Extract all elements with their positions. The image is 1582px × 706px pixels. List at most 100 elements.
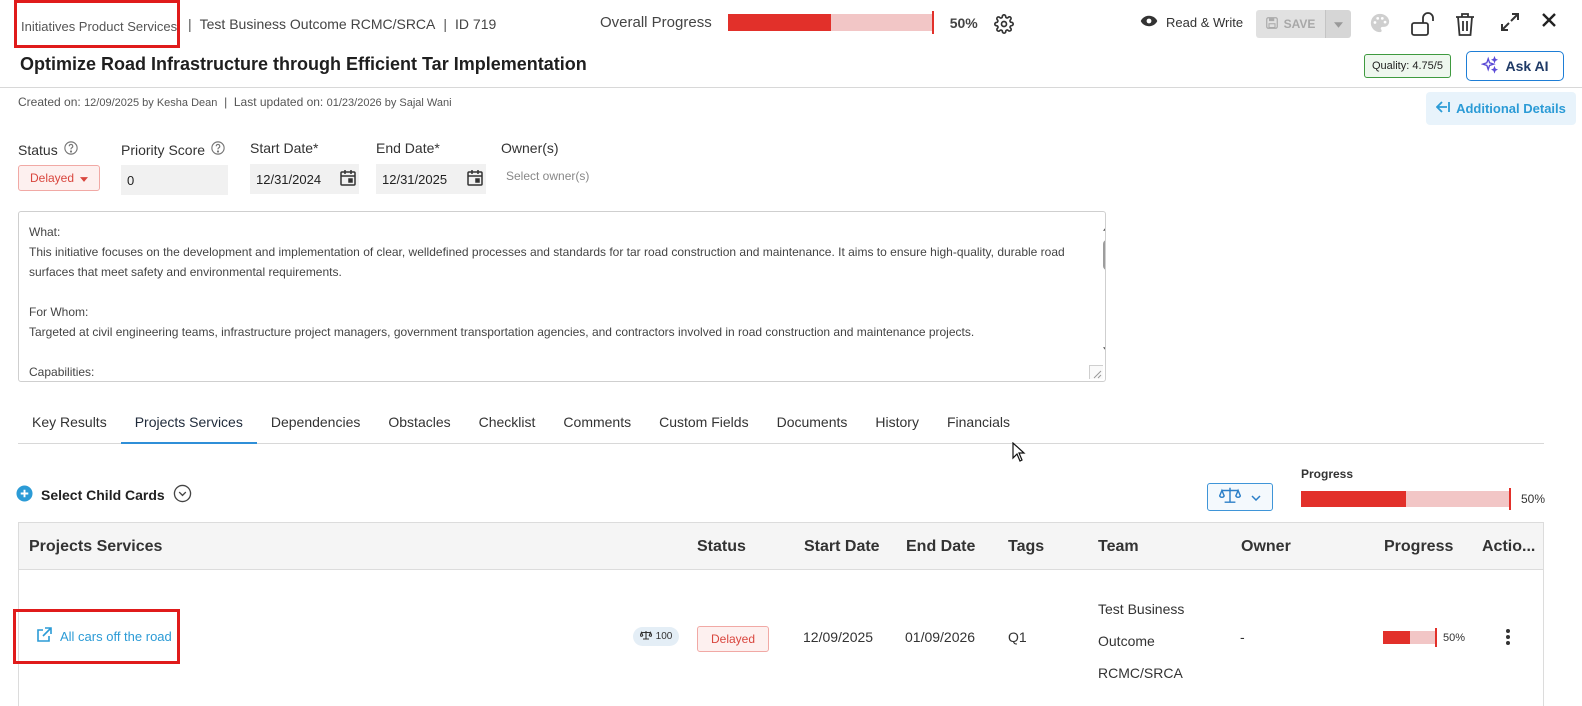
priority-score-input[interactable]: 0 <box>121 165 228 195</box>
child-progress-fill <box>1301 491 1406 507</box>
end-date-label: End Date* <box>376 140 440 156</box>
child-card-name: All cars off the road <box>60 629 172 644</box>
external-link-icon <box>36 627 52 646</box>
caret-down-icon <box>1334 15 1343 33</box>
header-divider <box>0 87 1582 88</box>
tab-financials[interactable]: Financials <box>933 402 1024 443</box>
cell-owner: - <box>1240 629 1245 645</box>
additional-details-label: Additional Details <box>1456 101 1566 116</box>
mouse-cursor-icon <box>1012 441 1026 467</box>
overall-progress-label: Overall Progress <box>600 14 712 31</box>
start-date-input[interactable]: 12/31/2024 <box>250 164 359 194</box>
child-progress-label: Progress <box>1301 467 1354 481</box>
cell-progress: 50% <box>1383 628 1466 647</box>
save-options-dropdown[interactable] <box>1325 10 1351 38</box>
status-value: Delayed <box>29 171 75 185</box>
close-icon[interactable] <box>1541 12 1557 28</box>
record-meta: Created on: 12/09/2025 by Kesha Dean | L… <box>18 95 452 109</box>
select-child-cards-label: Select Child Cards <box>41 487 165 503</box>
description-textarea[interactable]: What: This initiative focuses on the dev… <box>18 211 1106 382</box>
more-vertical-icon[interactable] <box>1503 627 1513 647</box>
priority-score-value: 0 <box>127 172 135 188</box>
access-mode[interactable]: Read & Write <box>1140 14 1243 31</box>
ask-ai-button[interactable]: Ask AI <box>1466 51 1564 81</box>
scroll-thumb[interactable] <box>1103 240 1105 270</box>
breadcrumb-business-outcome[interactable]: Test Business Outcome RCMC/SRCA <box>200 16 436 32</box>
cell-end-date: 01/09/2026 <box>905 629 976 645</box>
row-progress-bar <box>1383 628 1437 647</box>
status-dropdown[interactable]: Delayed <box>18 165 100 191</box>
caret-down-icon <box>80 171 89 185</box>
trash-icon[interactable] <box>1454 11 1476 37</box>
updated-value: 01/23/2026 by Sajal Wani <box>326 97 452 109</box>
page-title: Optimize Road Infrastructure through Eff… <box>20 54 587 74</box>
child-card-link[interactable]: All cars off the road <box>13 609 180 664</box>
expand-icon[interactable] <box>1500 12 1520 32</box>
child-progress-bar <box>1301 488 1511 510</box>
overall-progress-value: 50% <box>949 14 978 31</box>
palette-icon[interactable] <box>1369 12 1391 34</box>
scroll-down-icon[interactable] <box>1103 347 1106 353</box>
status-field-label: Status <box>18 141 78 158</box>
end-date-value: 12/31/2025 <box>382 171 448 187</box>
child-progress-marker <box>1509 488 1511 510</box>
floppy-icon <box>1265 16 1278 32</box>
owners-label: Owner(s) <box>501 140 559 156</box>
tab-documents[interactable]: Documents <box>763 402 862 443</box>
gear-icon[interactable] <box>993 13 1015 35</box>
tab-comments[interactable]: Comments <box>549 402 645 443</box>
scroll-up-icon[interactable] <box>1103 225 1106 231</box>
priority-field-label: Priority Score <box>121 141 225 158</box>
overall-progress-bar <box>727 11 934 34</box>
projects-services-table: Projects Services Status Start Date End … <box>13 522 1544 706</box>
child-progress: Progress 50% <box>1301 467 1545 510</box>
calendar-icon[interactable] <box>339 169 357 190</box>
breadcrumb: Initiatives Product Services | Test Busi… <box>14 0 496 48</box>
row-progress-value: 50% <box>1443 631 1466 644</box>
tab-history[interactable]: History <box>861 402 933 443</box>
tab-bar: Key Results Projects Services Dependenci… <box>18 402 1544 444</box>
tab-checklist[interactable]: Checklist <box>465 402 550 443</box>
cell-team: Test Business Outcome RCMC/SRCA <box>1098 601 1185 681</box>
tab-key-results[interactable]: Key Results <box>18 402 121 443</box>
breadcrumb-separator: | <box>188 16 192 32</box>
collapse-left-icon <box>1435 101 1450 116</box>
help-icon[interactable] <box>64 141 78 158</box>
row-progress-marker <box>1435 628 1437 647</box>
overall-progress: Overall Progress 50% <box>600 11 978 34</box>
description-text: What: This initiative focuses on the dev… <box>29 225 1065 379</box>
help-icon[interactable] <box>211 141 225 158</box>
created-value: 12/09/2025 by Kesha Dean <box>84 97 218 109</box>
tab-obstacles[interactable]: Obstacles <box>374 402 464 443</box>
top-bar: Initiatives Product Services | Test Busi… <box>0 0 1582 48</box>
status-badge[interactable]: Delayed <box>697 626 769 652</box>
calendar-icon[interactable] <box>466 169 484 190</box>
additional-details-button[interactable]: Additional Details <box>1426 92 1576 125</box>
chevron-down-circle-icon[interactable] <box>173 484 192 506</box>
weight-badge: 100 <box>633 627 679 646</box>
overall-progress-fill <box>727 14 831 31</box>
balance-scale-icon <box>639 630 653 643</box>
tab-projects-services[interactable]: Projects Services <box>120 402 257 444</box>
add-circle-icon[interactable] <box>16 485 33 505</box>
tab-dependencies[interactable]: Dependencies <box>257 402 375 443</box>
select-child-cards[interactable]: Select Child Cards <box>16 484 192 506</box>
created-label: Created on: <box>18 95 81 109</box>
balance-scale-icon <box>1218 486 1242 509</box>
resize-handle[interactable] <box>1089 365 1103 379</box>
description-scrollbar[interactable] <box>1100 222 1106 372</box>
owners-select[interactable]: Select owner(s) <box>506 169 589 183</box>
save-button[interactable]: SAVE <box>1256 10 1325 38</box>
access-mode-label: Read & Write <box>1166 15 1244 30</box>
weight-scale-dropdown[interactable] <box>1207 483 1273 511</box>
unlock-icon[interactable] <box>1410 11 1436 37</box>
end-date-input[interactable]: 12/31/2025 <box>376 164 486 194</box>
table-row: All cars off the road 100 Delayed 12/09/… <box>13 523 1543 706</box>
breadcrumb-separator: | <box>443 16 448 32</box>
priority-label: Priority Score <box>121 141 206 158</box>
tab-custom-fields[interactable]: Custom Fields <box>645 402 762 443</box>
row-progress-fill <box>1383 631 1410 644</box>
quality-badge: Quality: 4.75/5 <box>1364 54 1451 78</box>
save-label: SAVE <box>1283 17 1316 31</box>
breadcrumb-initiatives[interactable]: Initiatives Product Services <box>14 0 180 48</box>
